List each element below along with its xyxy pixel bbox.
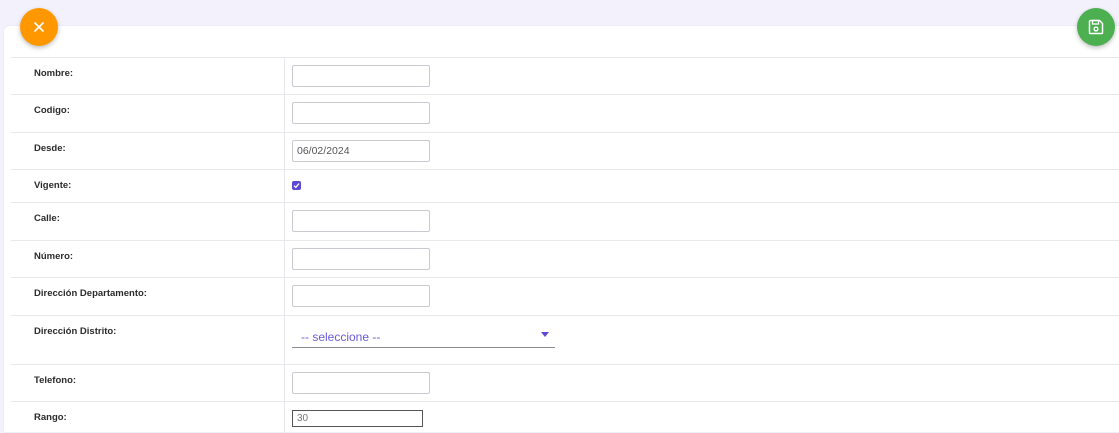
nombre-label: Nombre: <box>34 68 74 79</box>
form-row-direccion-departamento: Dirección Departamento: <box>11 277 1119 316</box>
form-row-numero: Número: <box>11 240 1119 278</box>
chevron-down-icon <box>541 332 549 337</box>
direccion-distrito-label: Dirección Distrito: <box>34 326 117 337</box>
desde-label: Desde: <box>34 143 66 154</box>
desde-date-input[interactable] <box>292 140 430 162</box>
numero-label: Número: <box>34 251 74 262</box>
form-row-codigo: Codigo: <box>11 94 1119 133</box>
codigo-label: Codigo: <box>34 105 70 116</box>
vigente-label: Vigente: <box>34 180 72 191</box>
direccion-distrito-select[interactable]: -- seleccione -- <box>292 324 555 348</box>
form-row-telefono: Telefono: <box>11 364 1119 402</box>
telefono-label: Telefono: <box>34 375 77 386</box>
calle-label: Calle: <box>34 213 60 224</box>
checkmark-icon <box>293 183 300 189</box>
vigente-checkbox[interactable] <box>292 181 301 190</box>
form-row-calle: Calle: <box>11 202 1119 241</box>
direccion-departamento-input[interactable] <box>292 285 430 307</box>
rango-input[interactable] <box>292 410 423 427</box>
close-button[interactable] <box>20 8 58 46</box>
form-row-desde: Desde: <box>11 132 1119 170</box>
codigo-input[interactable] <box>292 102 430 124</box>
select-placeholder: -- seleccione -- <box>301 330 381 344</box>
rango-label: Rango: <box>34 412 67 423</box>
form-row-rango: Rango: <box>11 401 1119 433</box>
calle-input[interactable] <box>292 210 430 232</box>
telefono-input[interactable] <box>292 372 430 394</box>
direccion-departamento-label: Dirección Departamento: <box>34 288 147 299</box>
save-button[interactable] <box>1077 8 1115 46</box>
form-row-vigente: Vigente: <box>11 169 1119 203</box>
form-table: Nombre: Codigo: Desde: Vigente: Calle: N… <box>11 57 1119 433</box>
close-icon <box>34 22 44 32</box>
nombre-input[interactable] <box>292 65 430 87</box>
form-row-direccion-distrito: Dirección Distrito: -- seleccione -- <box>11 315 1119 365</box>
form-row-nombre: Nombre: <box>11 57 1119 95</box>
floppy-disk-icon <box>1088 19 1104 35</box>
numero-input[interactable] <box>292 248 430 270</box>
